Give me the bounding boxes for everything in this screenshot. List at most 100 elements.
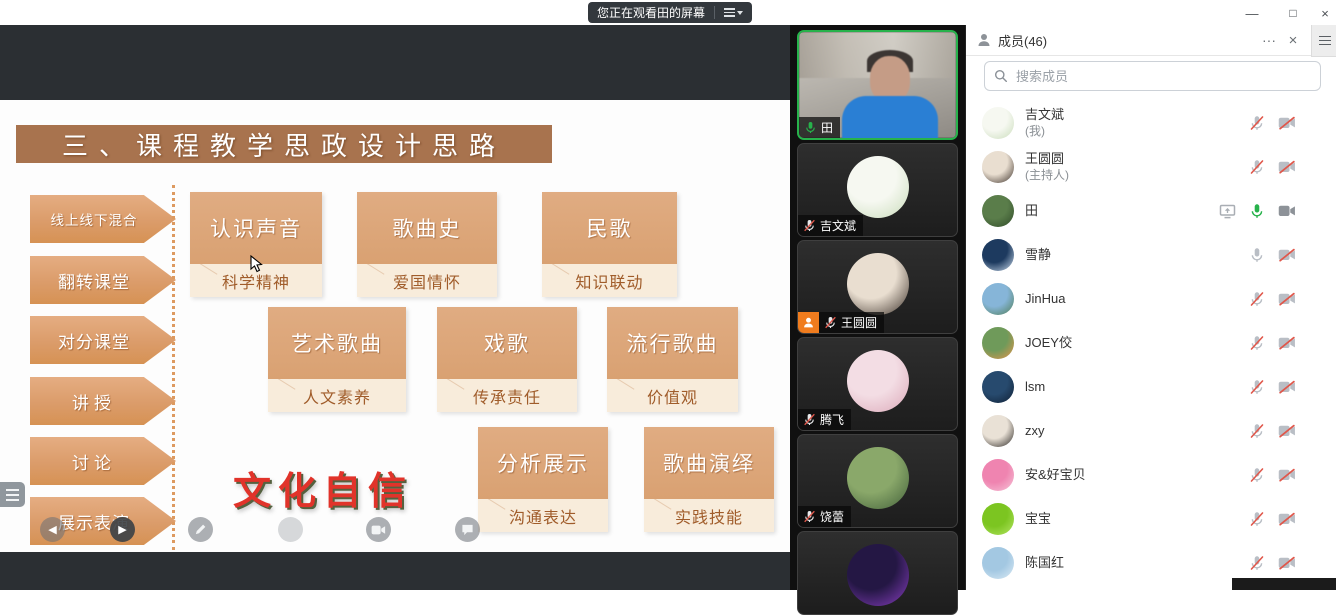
- camera-off-icon[interactable]: [1278, 468, 1296, 482]
- collapse-tab-icon[interactable]: [1311, 25, 1336, 57]
- camera-off-icon[interactable]: [1278, 512, 1296, 526]
- member-search-box[interactable]: [984, 61, 1321, 91]
- member-name: 田: [1025, 203, 1038, 220]
- pen-icon[interactable]: [188, 517, 213, 542]
- member-row[interactable]: zxy: [966, 409, 1312, 453]
- camera-off-icon[interactable]: [1278, 160, 1296, 174]
- topic-box: 歌曲史 爱国情怀: [357, 192, 497, 297]
- topic-name: 歌曲演绎: [644, 427, 774, 499]
- annotation-tab-menu-icon[interactable]: [0, 482, 25, 507]
- avatar: [847, 156, 909, 218]
- member-name: 吉文斌: [1025, 107, 1064, 124]
- more-icon[interactable]: ···: [1260, 32, 1278, 48]
- member-row[interactable]: JOEY佼: [966, 321, 1312, 365]
- back-arrow-icon[interactable]: ◀: [40, 517, 65, 542]
- mic-muted-icon[interactable]: [1249, 159, 1265, 175]
- avatar: [982, 371, 1014, 403]
- method-arrow: 翻转课堂: [30, 256, 176, 304]
- search-input[interactable]: [1014, 68, 1311, 85]
- maximize-button[interactable]: □: [1280, 3, 1306, 23]
- camera-off-icon[interactable]: [1278, 380, 1296, 394]
- participant-name: 腾飞: [820, 411, 844, 428]
- mic-muted-icon[interactable]: [1249, 379, 1265, 395]
- play-icon[interactable]: ▶: [110, 517, 135, 542]
- watching-screen-banner[interactable]: 您正在观看田的屏幕: [588, 2, 752, 23]
- participant-name: 饶蕾: [820, 508, 844, 525]
- member-name: lsm: [1025, 379, 1045, 396]
- search-icon: [994, 69, 1008, 83]
- mic-muted-icon[interactable]: [1249, 291, 1265, 307]
- close-panel-icon[interactable]: ×: [1284, 32, 1302, 49]
- avatar: [847, 544, 909, 606]
- member-row[interactable]: 吉文斌(我): [966, 101, 1312, 145]
- member-name: 宝宝: [1025, 511, 1051, 528]
- minimize-button[interactable]: —: [1239, 3, 1265, 23]
- camera-on-icon[interactable]: [1278, 204, 1296, 218]
- members-title: 成员(46): [998, 31, 1047, 50]
- avatar: [982, 151, 1014, 183]
- topic-value: 实践技能: [644, 499, 774, 532]
- mic-muted-icon[interactable]: [1249, 467, 1265, 483]
- participant-name: 王圆圆: [841, 314, 877, 331]
- member-row[interactable]: 雪静: [966, 233, 1312, 277]
- topic-name: 认识声音: [190, 192, 322, 264]
- laser-icon[interactable]: [278, 517, 303, 542]
- mic-muted-icon[interactable]: [1249, 555, 1265, 571]
- topic-box: 认识声音 科学精神: [190, 192, 322, 297]
- camera-off-icon[interactable]: [1278, 336, 1296, 350]
- member-row[interactable]: JinHua: [966, 277, 1312, 321]
- participant-name: 吉文斌: [820, 217, 856, 234]
- banner-menu-icon[interactable]: [724, 8, 743, 17]
- mic-muted-icon[interactable]: [1249, 115, 1265, 131]
- mic-muted-icon[interactable]: [1249, 335, 1265, 351]
- camera-icon[interactable]: [366, 517, 391, 542]
- video-tile[interactable]: 吉文斌: [797, 143, 958, 237]
- member-name: zxy: [1025, 423, 1045, 440]
- camera-off-icon[interactable]: [1278, 424, 1296, 438]
- video-tile[interactable]: 王圆圆: [797, 240, 958, 334]
- topic-name: 戏歌: [437, 307, 577, 379]
- mic-muted-icon[interactable]: [1249, 511, 1265, 527]
- topic-box: 分析展示 沟通表达: [478, 427, 608, 532]
- mic-muted-icon: [803, 413, 816, 426]
- member-name: JOEY佼: [1025, 335, 1072, 352]
- host-badge-icon: [798, 312, 819, 333]
- close-button[interactable]: ×: [1312, 3, 1336, 23]
- avatar: [982, 459, 1014, 491]
- video-tile[interactable]: 田: [797, 30, 958, 140]
- camera-off-icon[interactable]: [1278, 292, 1296, 306]
- avatar: [982, 503, 1014, 535]
- mic-on-icon[interactable]: [1249, 203, 1265, 219]
- video-tile[interactable]: 腾飞: [797, 337, 958, 431]
- mouse-cursor: [250, 255, 264, 273]
- method-arrow: 对分课堂: [30, 316, 176, 364]
- chat-icon[interactable]: [455, 517, 480, 542]
- camera-off-icon[interactable]: [1278, 116, 1296, 130]
- member-row[interactable]: lsm: [966, 365, 1312, 409]
- mic-icon[interactable]: [1249, 247, 1265, 263]
- camera-off-icon[interactable]: [1278, 556, 1296, 570]
- member-row[interactable]: 安&好宝贝: [966, 453, 1312, 497]
- mic-muted-icon[interactable]: [1249, 423, 1265, 439]
- topic-box: 流行歌曲 价值观: [607, 307, 738, 412]
- topic-value: 沟通表达: [478, 499, 608, 532]
- camera-off-icon[interactable]: [1278, 248, 1296, 262]
- topic-value: 价值观: [607, 379, 738, 412]
- topic-box: 民歌 知识联动: [542, 192, 677, 297]
- video-tile[interactable]: 饶蕾: [797, 434, 958, 528]
- avatar: [847, 253, 909, 315]
- avatar: [847, 350, 909, 412]
- method-arrow: 线上线下混合: [30, 195, 176, 243]
- video-tile[interactable]: [797, 531, 958, 615]
- topic-value: 传承责任: [437, 379, 577, 412]
- avatar: [982, 195, 1014, 227]
- method-arrow: 讨论: [30, 437, 176, 485]
- member-name: JinHua: [1025, 291, 1065, 308]
- member-role: (我): [1025, 124, 1064, 140]
- member-row[interactable]: 宝宝: [966, 497, 1312, 541]
- member-row[interactable]: 王圆圆(主持人): [966, 145, 1312, 189]
- topic-name: 歌曲史: [357, 192, 497, 264]
- member-row[interactable]: 田: [966, 189, 1312, 233]
- topic-name: 流行歌曲: [607, 307, 738, 379]
- avatar: [982, 283, 1014, 315]
